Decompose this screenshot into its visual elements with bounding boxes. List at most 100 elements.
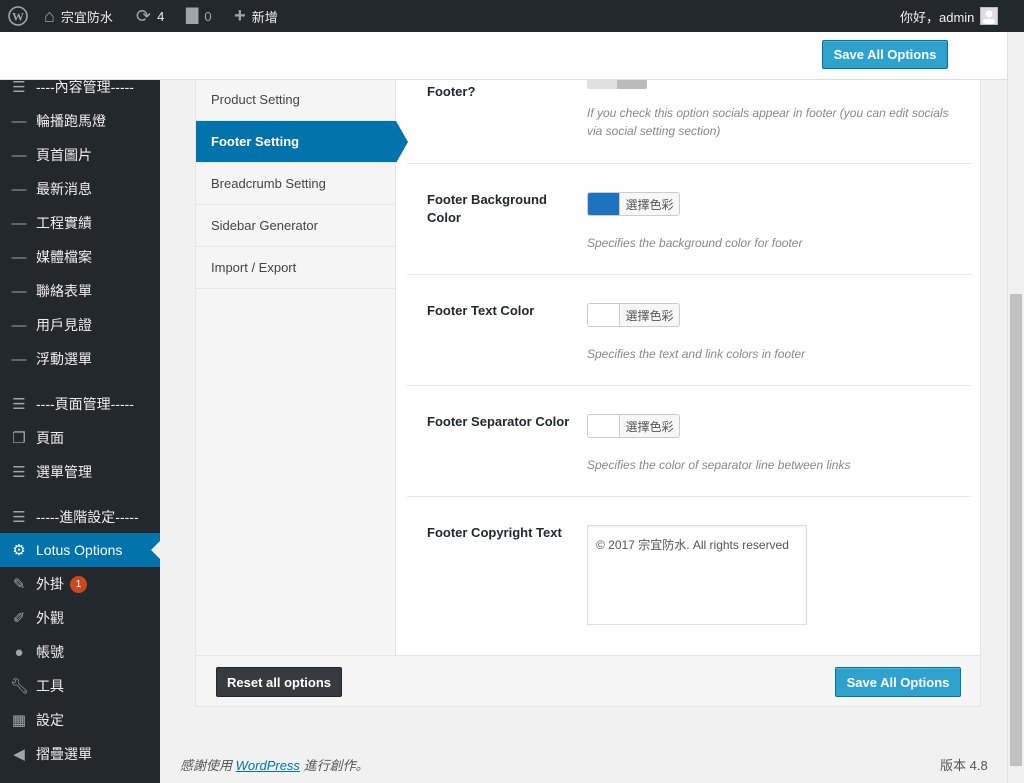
dash-icon: — xyxy=(11,112,27,130)
new-content-link[interactable]: + 新增 xyxy=(234,0,278,32)
tab-footer-setting[interactable]: Footer Setting xyxy=(196,121,408,163)
dash-icon: — xyxy=(11,180,27,198)
sidebar-item-floating-menu[interactable]: — 浮動選單 xyxy=(0,342,160,376)
option-label-socials: Footer? xyxy=(427,84,476,99)
comments-link[interactable]: ▇ 0 xyxy=(186,0,212,32)
plugins-update-badge: 1 xyxy=(70,575,87,593)
gear-icon: ⚙ xyxy=(12,541,26,559)
refresh-icon: ⟳ xyxy=(136,6,152,26)
settings-icon: ▦ xyxy=(11,711,27,729)
option-desc-text-color: Specifies the text and link colors in fo… xyxy=(587,347,806,361)
reset-all-options-button[interactable]: Reset all options xyxy=(216,667,342,697)
sidebar-item-settings[interactable]: ▦ 設定 xyxy=(0,703,160,737)
wordpress-link[interactable]: WordPress xyxy=(236,758,300,773)
sidebar-item-header-images[interactable]: — 頁首圖片 xyxy=(0,138,160,172)
sidebar-item-appearance[interactable]: ✐ 外觀 xyxy=(0,601,160,635)
option-row-copyright: Footer Copyright Text © 2017 宗宜防水. All r… xyxy=(407,497,971,655)
list-icon: ☰ xyxy=(12,508,26,526)
plugin-icon: ✎ xyxy=(12,575,26,593)
comments-count: 0 xyxy=(204,8,212,24)
bg-color-swatch xyxy=(588,193,620,215)
sidebar-item-carousel[interactable]: — 輪播跑馬燈 xyxy=(0,104,160,138)
tab-sidebar-generator[interactable]: Sidebar Generator xyxy=(196,205,396,247)
list-icon: ☰ xyxy=(12,78,26,96)
site-name-link[interactable]: ⌂ 宗宜防水 xyxy=(44,0,113,32)
option-label-separator-color: Footer Separator Color xyxy=(427,414,570,429)
sidebar-item-pages[interactable]: ❐ 頁面 xyxy=(0,421,160,455)
dash-icon: — xyxy=(11,146,27,164)
site-name: 宗宜防水 xyxy=(60,9,113,25)
sidebar-item-page-management[interactable]: ☰ ----頁面管理----- xyxy=(0,387,160,421)
sidebar-item-testimonials[interactable]: — 用戶見證 xyxy=(0,308,160,342)
separator-color-swatch xyxy=(588,415,620,437)
sticky-save-bar: Save All Options xyxy=(0,32,1007,80)
options-content: Footer? If you check this option socials… xyxy=(397,61,981,655)
sidebar-item-media[interactable]: — 媒體檔案 xyxy=(0,240,160,274)
account-link[interactable]: 你好，admin xyxy=(900,0,999,32)
separator-color-picker[interactable]: 選擇色彩 xyxy=(587,414,680,438)
sidebar-item-tools[interactable]: 🔧︎ 工具 xyxy=(0,669,160,703)
comment-icon: ▇ xyxy=(186,7,199,24)
tab-import-export[interactable]: Import / Export xyxy=(196,247,396,289)
option-row-text-color: Footer Text Color 選擇色彩 Specifies the tex… xyxy=(407,275,971,386)
admin-bar: W ⌂ 宗宜防水 ⟳ 4 ▇ 0 + 新增 你好，admin xyxy=(0,0,1024,32)
dash-icon: — xyxy=(11,350,27,368)
list-icon: ☰ xyxy=(12,395,26,413)
sidebar-item-news[interactable]: — 最新消息 xyxy=(0,172,160,206)
save-all-options-button-top[interactable]: Save All Options xyxy=(822,40,948,69)
sidebar-item-collapse-menu[interactable]: ◀ 摺疊選單 xyxy=(0,737,160,771)
bg-color-picker[interactable]: 選擇色彩 xyxy=(587,192,680,216)
sidebar-item-contact-forms[interactable]: — 聯絡表單 xyxy=(0,274,160,308)
svg-text:W: W xyxy=(12,10,24,24)
wp-version: 版本 4.8 xyxy=(940,758,988,773)
save-all-options-button-bottom[interactable]: Save All Options xyxy=(835,667,961,697)
wp-footer-thanks: 感謝使用 WordPress 進行創作。 xyxy=(180,758,369,773)
dash-icon: — xyxy=(11,214,27,232)
option-label-text-color: Footer Text Color xyxy=(427,303,535,318)
user-icon: ● xyxy=(14,643,24,661)
pages-icon: ❐ xyxy=(12,429,26,447)
copyright-textarea[interactable]: © 2017 宗宜防水. All rights reserved xyxy=(587,525,807,625)
admin-sidebar: ☰ ----內容管理----- — 輪播跑馬燈 — 頁首圖片 — 最新消息 — 工程實績 … xyxy=(0,32,160,783)
option-row-separator-color: Footer Separator Color 選擇色彩 Specifies th… xyxy=(407,386,971,497)
avatar xyxy=(980,7,999,25)
wordpress-logo-icon[interactable]: W xyxy=(8,0,28,32)
text-color-picker[interactable]: 選擇色彩 xyxy=(587,303,680,327)
collapse-icon: ◀ xyxy=(13,745,25,763)
sidebar-item-menus[interactable]: ☰ 選單管理 xyxy=(0,455,160,489)
option-desc-separator-color: Specifies the color of separator line be… xyxy=(587,458,851,472)
option-desc-socials: If you check this option socials appear … xyxy=(587,106,949,138)
tab-breadcrumb-setting[interactable]: Breadcrumb Setting xyxy=(196,163,396,205)
wrench-icon: 🔧︎ xyxy=(10,677,30,695)
option-row-bg-color: Footer Background Color 選擇色彩 Specifies t… xyxy=(407,164,971,275)
sidebar-item-users[interactable]: ● 帳號 xyxy=(0,635,160,669)
new-label: 新增 xyxy=(251,9,278,25)
dash-icon: — xyxy=(11,248,27,266)
page-scrollbar[interactable] xyxy=(1007,32,1024,783)
sidebar-item-plugins[interactable]: ✎ 外掛 1 xyxy=(0,567,160,601)
option-desc-bg-color: Specifies the background color for foote… xyxy=(587,236,803,250)
home-icon: ⌂ xyxy=(44,6,55,26)
text-color-picker-label: 選擇色彩 xyxy=(620,304,679,326)
dash-icon: — xyxy=(11,316,27,334)
panel-footer: Reset all options Save All Options xyxy=(196,655,980,706)
greeting: 你好，admin xyxy=(900,9,975,25)
option-label-bg-color: Footer Background Color xyxy=(427,192,547,225)
separator-color-picker-label: 選擇色彩 xyxy=(620,415,679,437)
option-label-copyright: Footer Copyright Text xyxy=(427,525,562,540)
bg-color-picker-label: 選擇色彩 xyxy=(620,193,679,215)
scrollbar-thumb[interactable] xyxy=(1010,294,1022,766)
text-color-swatch xyxy=(588,304,620,326)
menu-icon: ☰ xyxy=(12,463,26,481)
sidebar-item-lotus-options[interactable]: ⚙ Lotus Options xyxy=(0,533,160,567)
tab-product-setting[interactable]: Product Setting xyxy=(196,79,396,121)
sidebar-item-projects[interactable]: — 工程實績 xyxy=(0,206,160,240)
sidebar-item-advanced-settings[interactable]: ☰ -----進階設定----- xyxy=(0,500,160,534)
brush-icon: ✐ xyxy=(12,609,26,627)
updates-count: 4 xyxy=(157,8,165,24)
dash-icon: — xyxy=(11,282,27,300)
options-panel: Product Setting Footer Setting Breadcrum… xyxy=(195,60,981,707)
options-tabs: Product Setting Footer Setting Breadcrum… xyxy=(196,61,408,655)
plus-icon: + xyxy=(234,5,246,27)
updates-link[interactable]: ⟳ 4 xyxy=(136,0,164,32)
